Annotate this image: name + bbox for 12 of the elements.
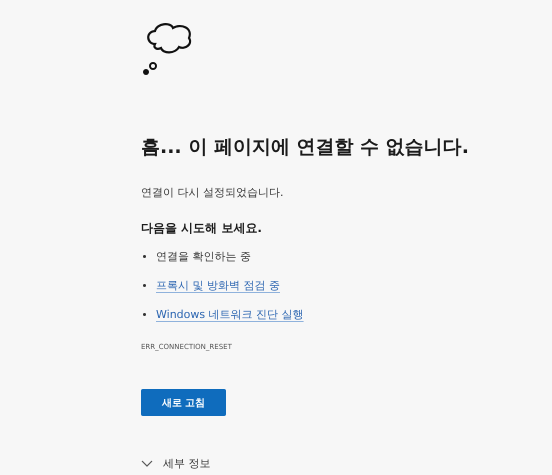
refresh-button[interactable]: 새로 고침	[141, 389, 226, 416]
details-toggle[interactable]: 세부 정보	[141, 456, 210, 471]
suggestions-title: 다음을 시도해 보세요.	[141, 220, 262, 237]
chevron-icon	[141, 460, 153, 468]
suggestion-link[interactable]: 프록시 및 방화벽 점검 중	[156, 278, 280, 292]
error-message: 연결이 다시 설정되었습니다.	[141, 185, 284, 200]
bullet-icon	[143, 312, 146, 316]
bullet-icon	[143, 284, 146, 286]
suggestion-link[interactable]: Windows 네트워크 진단 실행	[156, 306, 304, 322]
bullet-icon	[143, 254, 146, 258]
error-heading: 흠... 이 페이지에 연결할 수 없습니다.	[141, 135, 469, 160]
suggestion-text: 연결을 확인하는 중	[156, 248, 251, 264]
